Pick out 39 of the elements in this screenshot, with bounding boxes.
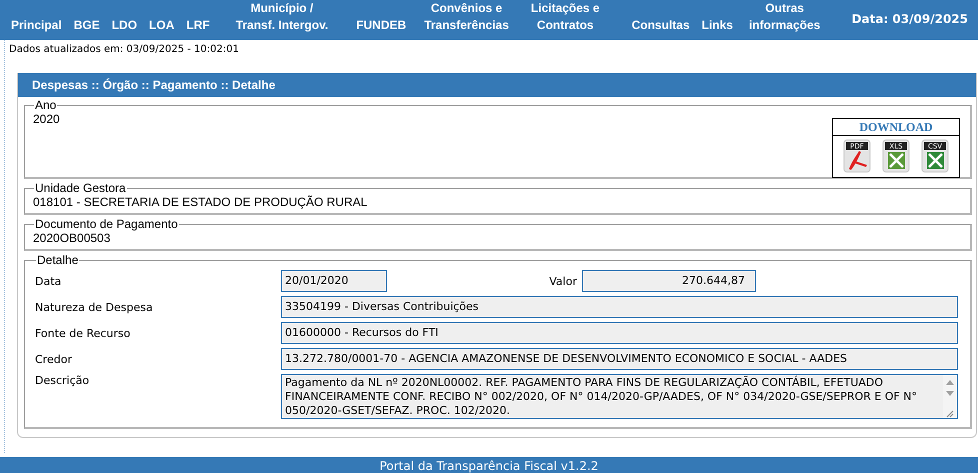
date-field[interactable]: 20/01/2020	[281, 270, 387, 292]
update-timestamp: Dados atualizados em: 03/09/2025 - 10:02:01	[8, 43, 240, 57]
field-label: Credor	[35, 352, 73, 366]
nav-link[interactable]: Consultas	[626, 17, 696, 34]
nav-link[interactable]: Convênios e Transferências	[418, 0, 525, 34]
field-label: Valor	[549, 274, 577, 288]
unit-value: 018101 - SECRETARIA DE ESTADO DE PRODUÇÃO RURAL	[33, 194, 368, 210]
field-label: Fonte de Recurso	[35, 326, 132, 340]
nav-link[interactable]: LDO	[106, 17, 144, 34]
nav-link[interactable]: LOA	[143, 17, 180, 34]
nav-link[interactable]: Licitações e Contratos	[524, 0, 626, 34]
fieldset-legend: Unidade Gestora	[34, 182, 127, 194]
field-label: Natureza de Despesa	[35, 300, 154, 314]
nav-link[interactable]: BGE	[68, 17, 106, 34]
scroll-down-icon[interactable]	[945, 390, 955, 398]
text-field[interactable]: 13.272.780/0001-70 - AGENCIA AMAZONENSE DE DESENVOLVIMENTO ECONOMICO E SOCIAL - AADES	[281, 348, 958, 370]
description-textarea[interactable]: Pagamento da NL nº 2020NL00002. REF. PAGAMENTO PARA FINS DE REGULARIZAÇÃO CONTÁBIL, EFETUADO FINANCEIRAMENTE CONF. RECIBO N° 002/2020, OF N° 014/2020-GP/AADES, OF N° 034/2020-GSE/SEPROR E OF N° 050/2020-GSET/SEFAZ. PROC. 102/2020.	[281, 374, 958, 419]
document-value: 2020OB00503	[33, 230, 112, 246]
resize-grip-icon[interactable]	[946, 410, 954, 418]
nav-link[interactable]: LRF	[180, 17, 216, 34]
footer-text: Portal da Transparência Fiscal v1.2.2	[380, 459, 598, 473]
text-field[interactable]: 33504199 - Diversas Contribuições	[281, 296, 958, 318]
field-label: Descrição	[35, 374, 90, 387]
fieldset-legend: Detalhe	[36, 254, 80, 266]
nav-link[interactable]: Outras informações	[738, 0, 826, 34]
nav-link[interactable]: Município / Transf. Intergov.	[216, 0, 350, 34]
fieldset-legend: Ano	[34, 99, 58, 111]
amount-field[interactable]: 270.644,87	[582, 270, 756, 292]
text-field[interactable]: 01600000 - Recursos do FTI	[281, 322, 958, 344]
nav-link[interactable]: FUNDEB	[350, 17, 418, 34]
year-value: 2020	[33, 111, 60, 127]
fieldset-legend: Documento de Pagamento	[34, 218, 179, 230]
panel-title: Despesas :: Órgão :: Pagamento :: Detalhe	[32, 78, 276, 92]
scroll-up-icon[interactable]	[945, 378, 955, 386]
download-title: DOWNLOAD	[859, 120, 933, 134]
nav-link[interactable]: Links	[696, 17, 739, 34]
nav-link[interactable]: Principal	[5, 17, 68, 34]
current-date: Data: 03/09/2025	[852, 12, 968, 26]
field-label: Data	[35, 274, 62, 288]
